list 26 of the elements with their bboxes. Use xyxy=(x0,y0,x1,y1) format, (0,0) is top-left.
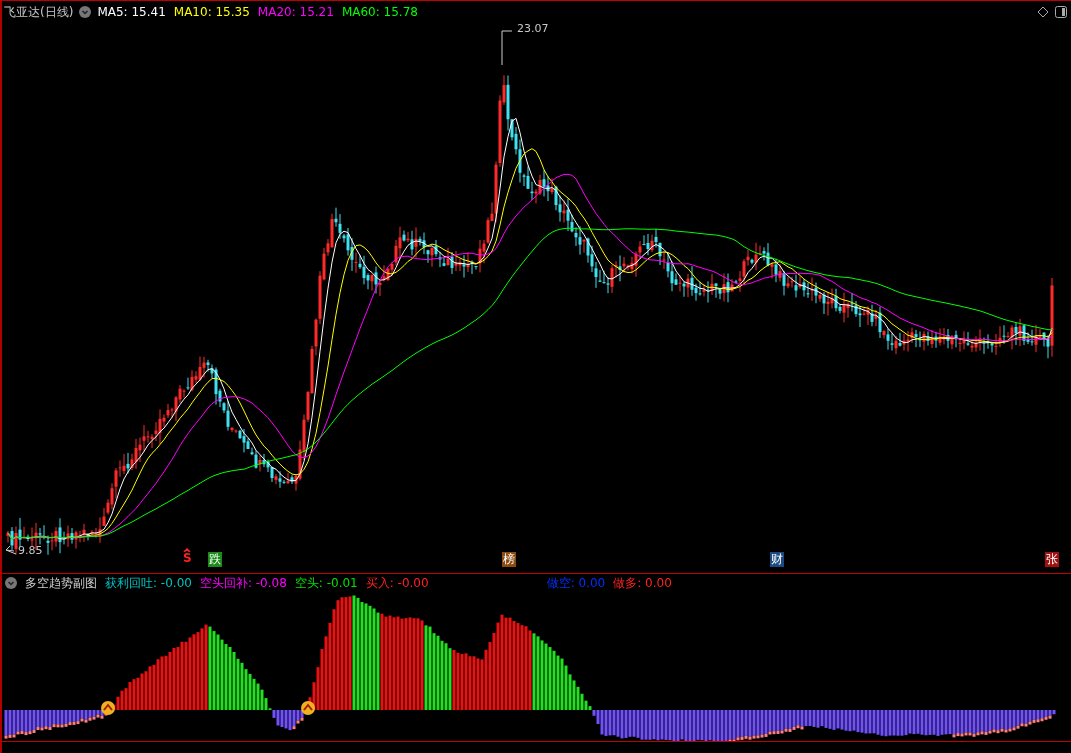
indicator-legend-label: 获利回吐: -0.00 xyxy=(105,574,192,592)
stock-title: 飞亚达(日线) xyxy=(4,3,74,21)
up-chevron-badge-icon xyxy=(101,701,115,715)
indicator-legend-label: 买入: -0.00 xyxy=(365,574,429,592)
signal-badge[interactable]: 跌 xyxy=(208,552,222,567)
leader-line xyxy=(501,30,513,66)
ma-legend-label: MA60: 15.78 xyxy=(341,5,418,19)
up-chevron-badge-icon xyxy=(301,701,315,715)
diamond-icon[interactable] xyxy=(1037,6,1049,18)
signal-badge[interactable]: 张 xyxy=(1045,552,1059,567)
high-price-label: 23.07 xyxy=(517,22,549,35)
indicator-title: 多空趋势副图 xyxy=(25,574,97,592)
indicator-legend-label: 做多: 0.00 xyxy=(613,574,672,592)
indicator-legend-label: 空头: -0.01 xyxy=(294,574,358,592)
chevron-down-icon[interactable] xyxy=(5,577,17,589)
signal-mark[interactable]: S xyxy=(182,548,193,564)
signal-badge[interactable]: 榜 xyxy=(502,552,516,567)
chevron-down-icon[interactable] xyxy=(79,6,92,18)
panel-toggle-icon[interactable] xyxy=(1055,6,1067,18)
ma-legend-label: MA20: 15.21 xyxy=(257,5,334,19)
signal-badge[interactable]: 财 xyxy=(770,552,784,567)
low-price-label: 9.85 xyxy=(18,544,43,557)
indicator-legend-label: 做空: 0.00 xyxy=(546,574,606,592)
ma-legend-label: MA5: 15.41 xyxy=(97,5,166,19)
ma-legend-label: MA10: 15.35 xyxy=(173,5,250,19)
indicator-legend-label: 空头回补: -0.08 xyxy=(199,574,287,592)
